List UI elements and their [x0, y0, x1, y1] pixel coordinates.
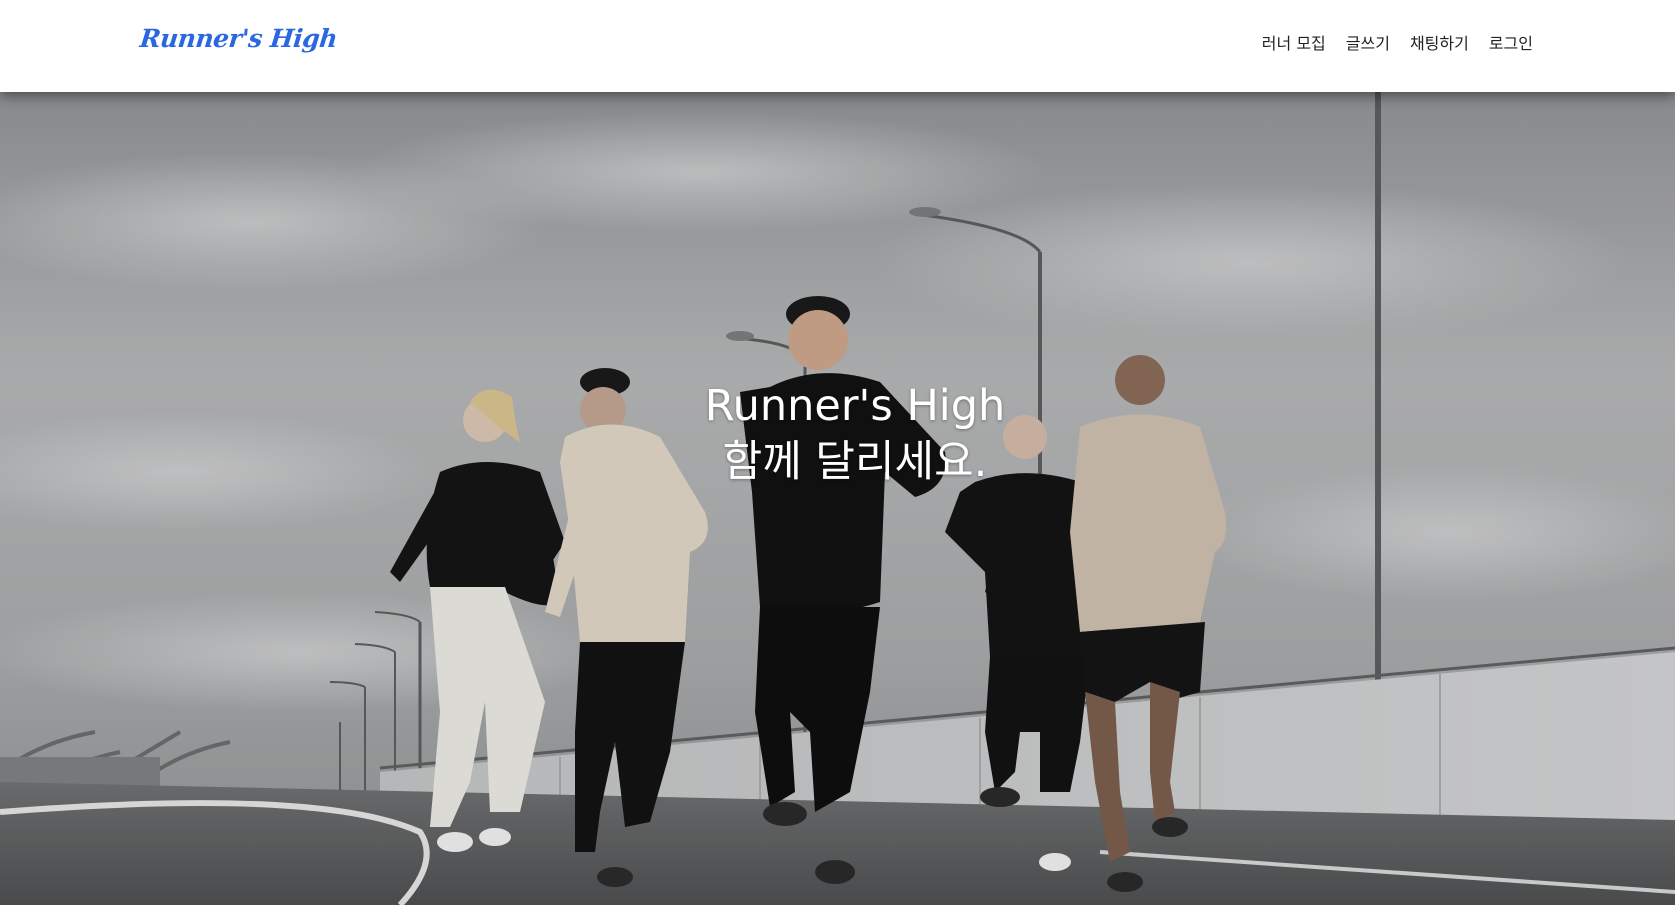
nav-item-chat[interactable]: 채팅하기 — [1410, 30, 1469, 54]
nav-item-write-post[interactable]: 글쓰기 — [1346, 30, 1390, 54]
nav-menu: 러너 모집 글쓰기 채팅하기 로그인 — [1262, 30, 1533, 54]
hero-title: Runner's High — [704, 381, 1006, 431]
hero-text: Runner's High 함께 달리세요. — [0, 378, 1675, 490]
brand-logo[interactable]: Runner's High — [138, 24, 338, 53]
top-navbar: Runner's High 러너 모집 글쓰기 채팅하기 로그인 — [0, 0, 1675, 92]
nav-item-recruit-runners[interactable]: 러너 모집 — [1262, 30, 1326, 54]
hero-section: Runner's High 함께 달리세요. — [0, 92, 1675, 905]
nav-item-login[interactable]: 로그인 — [1489, 30, 1533, 54]
hero-background-image — [0, 92, 1675, 905]
hero-subtitle: 함께 달리세요. — [722, 437, 988, 487]
image-overlay — [0, 92, 1675, 905]
